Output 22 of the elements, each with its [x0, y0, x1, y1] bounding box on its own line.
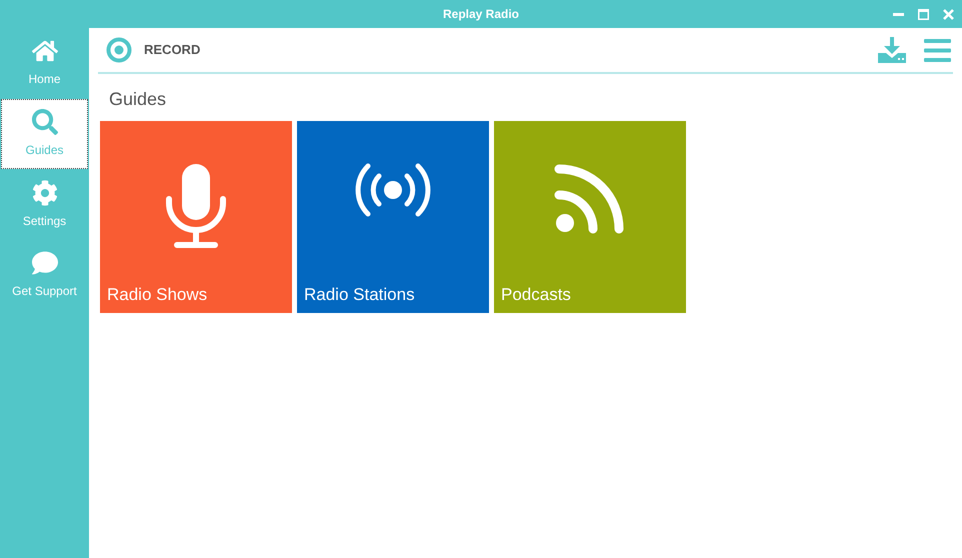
- sidebar-item[interactable]: Home: [0, 28, 89, 98]
- broadcast-icon: [354, 161, 432, 219]
- guide-tile[interactable]: Podcasts: [494, 121, 686, 313]
- record-icon[interactable]: [106, 37, 132, 63]
- microphone-icon: [165, 161, 227, 249]
- guide-tile[interactable]: Radio Shows: [100, 121, 292, 313]
- download-icon[interactable]: [878, 37, 906, 63]
- window-title: Replay Radio: [442, 6, 520, 23]
- search-icon: [32, 109, 58, 135]
- sidebar-item[interactable]: Get Support: [0, 240, 89, 310]
- menu-icon[interactable]: [924, 38, 951, 62]
- guide-tile[interactable]: Radio Stations: [297, 121, 489, 313]
- minimize-icon[interactable]: [893, 12, 904, 16]
- section-title: Guides: [109, 88, 168, 111]
- speech-bubble-icon: [32, 250, 58, 276]
- sidebar-item[interactable]: Settings: [0, 170, 89, 240]
- sidebar-item[interactable]: Guides: [1, 99, 88, 169]
- maximize-icon[interactable]: [918, 8, 929, 20]
- record-label: RECORD: [144, 41, 200, 60]
- close-icon[interactable]: [943, 8, 954, 20]
- home-icon: [32, 38, 58, 64]
- settings-icon: [32, 180, 58, 206]
